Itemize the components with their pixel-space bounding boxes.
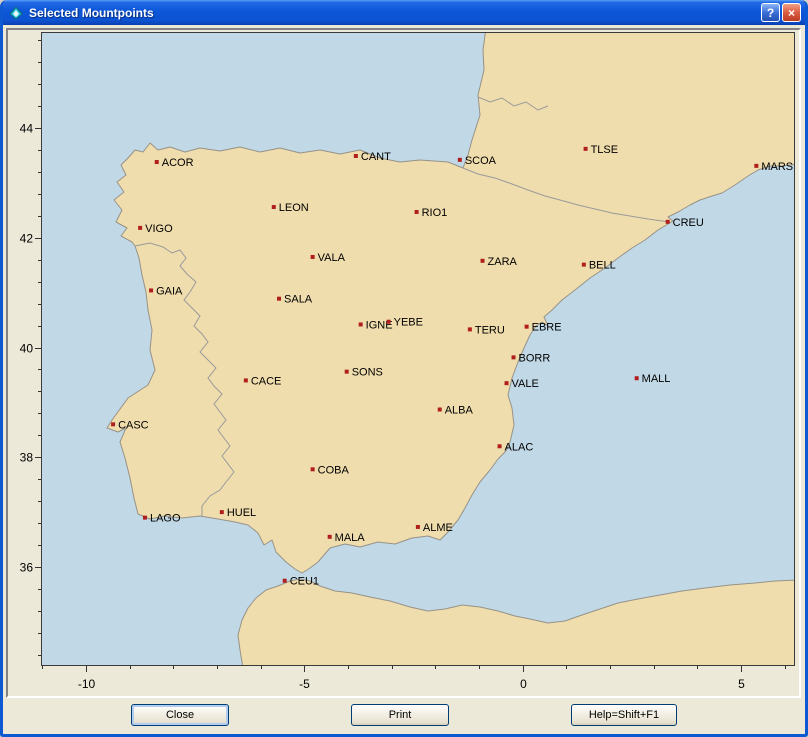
- x-tick-label: 5: [738, 677, 745, 691]
- station-marker: [272, 205, 276, 209]
- station-marker: [635, 376, 639, 380]
- window-title: Selected Mountpoints: [29, 6, 154, 20]
- station-marker: [244, 378, 248, 382]
- close-button[interactable]: Close: [131, 704, 229, 726]
- station-label: GAIA: [156, 285, 183, 297]
- map-widget: -10 -5 0 5 44 42 40 38 36 ACOR CANT SCOA TLSE MARS VIG…: [6, 28, 801, 698]
- station-label: EBRE: [532, 322, 562, 334]
- station-marker: [438, 408, 442, 412]
- station-label: LEON: [279, 202, 309, 214]
- station-marker: [498, 444, 502, 448]
- station-marker: [387, 320, 391, 324]
- station-label: COBA: [318, 464, 350, 476]
- station-marker: [582, 263, 586, 267]
- station-marker: [525, 325, 529, 329]
- station-label: RIO1: [422, 207, 448, 219]
- station-label: VALE: [512, 378, 539, 390]
- station-label: ACOR: [162, 157, 194, 169]
- station-label: MALL: [642, 373, 671, 385]
- station-marker: [754, 164, 758, 168]
- station-marker: [512, 355, 516, 359]
- station-label: YEBE: [394, 317, 423, 329]
- print-button[interactable]: Print: [351, 704, 449, 726]
- client-area: -10 -5 0 5 44 42 40 38 36 ACOR CANT SCOA TLSE MARS VIG…: [3, 28, 805, 737]
- station-marker: [111, 422, 115, 426]
- y-tick-label: 42: [20, 232, 34, 246]
- station-label: ALAC: [505, 441, 534, 453]
- station-label: VIGO: [145, 223, 173, 235]
- station-marker: [220, 510, 224, 514]
- station-marker: [311, 467, 315, 471]
- station-marker: [416, 525, 420, 529]
- station-label: CACE: [251, 375, 282, 387]
- y-tick-label: 44: [20, 122, 34, 136]
- station-label: MALA: [335, 532, 366, 544]
- x-tick-label: 0: [520, 677, 527, 691]
- station-marker: [143, 516, 147, 520]
- station-label: CANT: [361, 151, 391, 163]
- station-marker: [359, 322, 363, 326]
- y-tick-label: 36: [20, 561, 34, 575]
- station-marker: [155, 160, 159, 164]
- station-label: ALBA: [445, 405, 474, 417]
- app-icon: [8, 5, 24, 21]
- station-marker: [354, 154, 358, 158]
- x-tick-label: -5: [299, 677, 310, 691]
- station-label: CASC: [118, 419, 149, 431]
- station-marker: [468, 327, 472, 331]
- station-label: CREU: [673, 217, 704, 229]
- station-label: ALME: [423, 522, 453, 534]
- station-marker: [666, 220, 670, 224]
- y-tick-label: 40: [20, 342, 34, 356]
- y-tick-label: 38: [20, 451, 34, 465]
- titlebar[interactable]: Selected Mountpoints ? ×: [3, 0, 805, 25]
- help-button[interactable]: ?: [761, 3, 780, 22]
- station-marker: [584, 147, 588, 151]
- station-marker: [415, 210, 419, 214]
- station-marker: [311, 255, 315, 259]
- station-marker: [328, 535, 332, 539]
- station-label: ZARA: [488, 256, 518, 268]
- station-marker: [138, 226, 142, 230]
- station-marker: [149, 288, 153, 292]
- station-label: TLSE: [591, 144, 619, 156]
- station-marker: [458, 158, 462, 162]
- map-svg: -10 -5 0 5 44 42 40 38 36 ACOR CANT SCOA TLSE MARS VIG…: [8, 30, 799, 696]
- station-marker: [277, 297, 281, 301]
- station-label: LAGO: [150, 513, 181, 525]
- station-marker: [345, 370, 349, 374]
- station-label: BELL: [589, 260, 616, 272]
- titlebar-buttons: ? ×: [761, 3, 801, 22]
- station-label: HUEL: [227, 507, 256, 519]
- station-label: BORR: [519, 352, 551, 364]
- station-label: MARS: [761, 161, 793, 173]
- station-label: SALA: [284, 294, 313, 306]
- station-marker: [481, 259, 485, 263]
- help-shortcut-button[interactable]: Help=Shift+F1: [571, 704, 677, 726]
- station-label: VALA: [318, 252, 346, 264]
- x-tick-label: -10: [78, 677, 96, 691]
- close-icon[interactable]: ×: [782, 3, 801, 22]
- station-label: CEU1: [290, 576, 319, 588]
- station-label: SONS: [352, 367, 383, 379]
- station-marker: [505, 381, 509, 385]
- station-label: TERU: [475, 324, 505, 336]
- window: Selected Mountpoints ? × -10 -5 0 5 44 42 40 38…: [0, 0, 808, 737]
- station-label: SCOA: [465, 155, 497, 167]
- button-row: Close Print Help=Shift+F1: [3, 704, 805, 726]
- station-marker: [283, 579, 287, 583]
